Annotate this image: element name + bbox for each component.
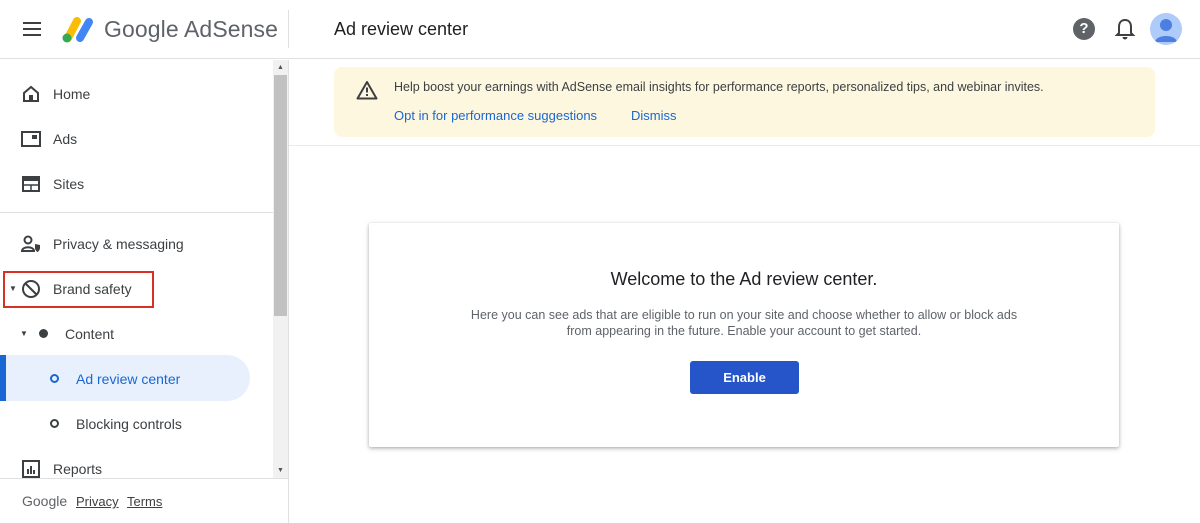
expand-caret-icon[interactable]: ▼	[9, 284, 17, 293]
sidebar-item-label: Ads	[53, 130, 78, 147]
bullet-filled-icon	[33, 324, 53, 344]
welcome-title: Welcome to the Ad review center.	[610, 269, 878, 289]
sidebar-item-label: Blocking controls	[76, 415, 182, 432]
sidebar-nav: Home Ads Sites Privacy & messaging ▼ Bra…	[0, 60, 273, 478]
sidebar-item-ads[interactable]: Ads	[0, 116, 273, 161]
warning-icon	[356, 81, 378, 100]
account-avatar[interactable]	[1150, 13, 1182, 45]
sidebar-item-home[interactable]: Home	[0, 71, 273, 116]
sidebar-item-blocking-controls[interactable]: Blocking controls	[0, 401, 273, 446]
sidebar-item-privacy-messaging[interactable]: Privacy & messaging	[0, 221, 273, 266]
sidebar-item-reports[interactable]: Reports	[0, 446, 273, 478]
sidebar-divider	[0, 212, 273, 213]
brand-name: Google AdSense	[104, 16, 279, 42]
header-divider	[288, 10, 289, 48]
notifications-bell-icon[interactable]	[1114, 17, 1136, 41]
sidebar-item-sites[interactable]: Sites	[0, 161, 273, 206]
home-icon	[21, 84, 41, 104]
block-icon	[21, 279, 41, 299]
menu-icon[interactable]	[20, 18, 44, 42]
email-insights-banner: Help boost your earnings with AdSense em…	[334, 67, 1155, 137]
welcome-description: Here you can see ads that are eligible t…	[470, 308, 1018, 338]
adsense-logo[interactable]	[60, 14, 96, 44]
main-divider	[289, 145, 1200, 146]
privacy-messaging-icon	[21, 234, 41, 254]
banner-message: Help boost your earnings with AdSense em…	[394, 80, 1044, 94]
sidebar-item-label: Privacy & messaging	[53, 235, 184, 252]
scroll-down-arrow-icon[interactable]: ▼	[273, 463, 288, 478]
page-title: Ad review center	[334, 19, 469, 39]
footer-google-text: Google	[22, 493, 68, 509]
opt-in-link[interactable]: Opt in for performance suggestions	[394, 108, 597, 123]
sidebar-item-label: Sites	[53, 175, 85, 192]
sidebar-item-label: Ad review center	[76, 370, 181, 387]
main-content: Help boost your earnings with AdSense em…	[289, 60, 1200, 523]
sidebar-item-label: Reports	[53, 460, 103, 477]
sidebar-footer: Google Privacy Terms	[0, 478, 288, 523]
expand-caret-icon[interactable]: ▼	[20, 329, 28, 338]
sidebar-item-content[interactable]: ▼ Content	[0, 311, 273, 356]
bullet-ring-icon	[44, 414, 64, 434]
sidebar-scrollbar[interactable]: ▲ ▼	[273, 60, 288, 478]
dismiss-link[interactable]: Dismiss	[631, 108, 677, 123]
sidebar-item-ad-review-center[interactable]: Ad review center	[0, 356, 273, 401]
sidebar: Home Ads Sites Privacy & messaging ▼ Bra…	[0, 60, 289, 523]
sidebar-item-brand-safety[interactable]: ▼ Brand safety	[0, 266, 273, 311]
reports-icon	[21, 459, 41, 479]
sidebar-item-label: Brand safety	[53, 280, 132, 297]
welcome-card: Welcome to the Ad review center. Here yo…	[369, 223, 1119, 447]
top-app-bar: Google AdSense Ad review center ?	[0, 0, 1200, 59]
scroll-up-arrow-icon[interactable]: ▲	[273, 60, 288, 75]
help-icon[interactable]: ?	[1073, 18, 1095, 40]
scroll-thumb[interactable]	[274, 75, 287, 316]
sidebar-item-label: Content	[65, 325, 115, 342]
enable-button[interactable]: Enable	[690, 361, 799, 394]
privacy-link[interactable]: Privacy	[76, 494, 119, 509]
sidebar-item-label: Home	[53, 85, 91, 102]
bullet-ring-icon	[44, 369, 64, 389]
sites-icon	[21, 174, 41, 194]
terms-link[interactable]: Terms	[127, 494, 162, 509]
ads-icon	[21, 129, 41, 149]
